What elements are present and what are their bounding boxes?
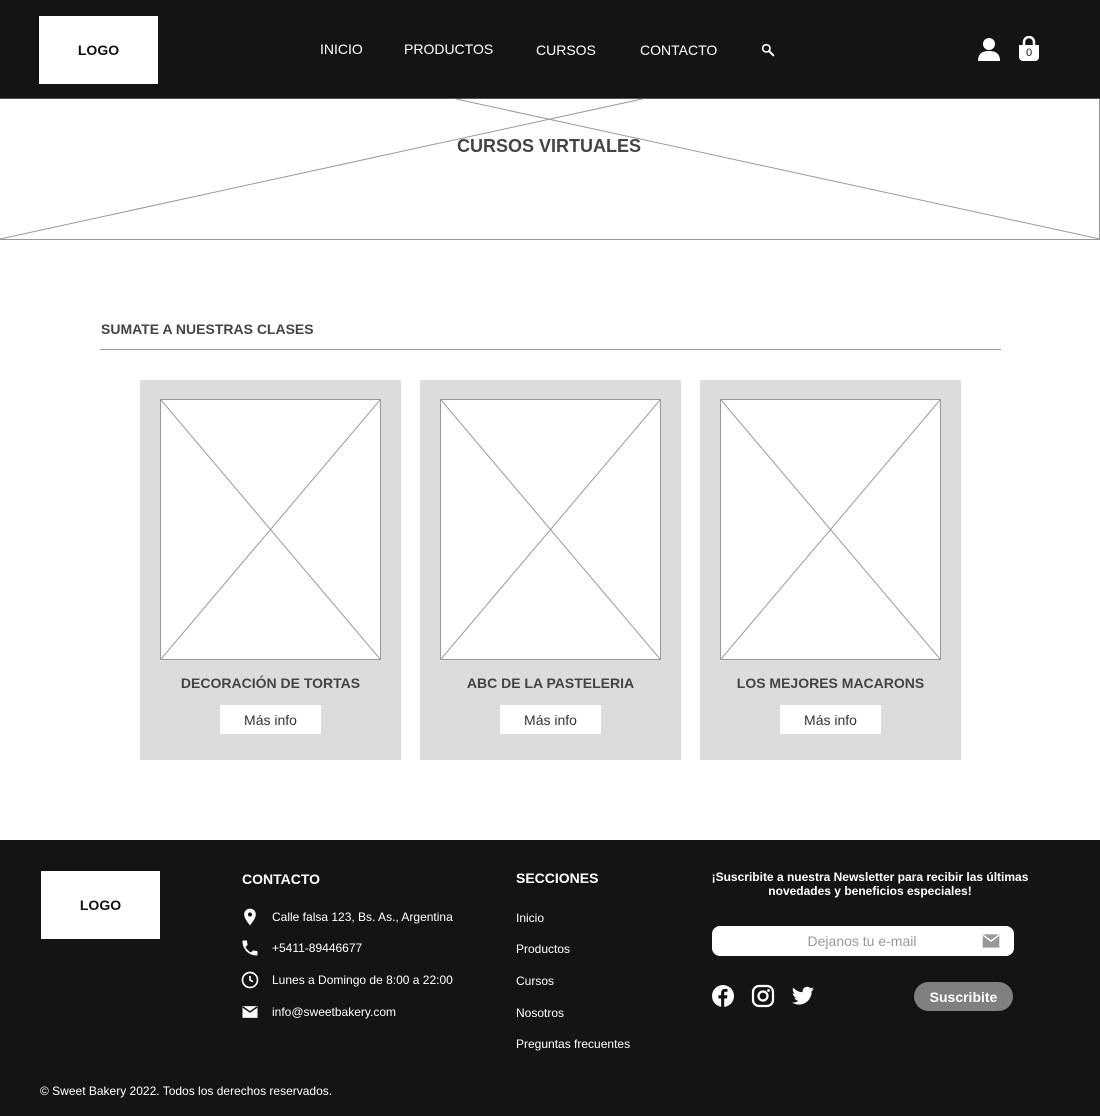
facebook-icon[interactable]: [711, 984, 735, 1008]
address-text: Calle falsa 123, Bs. As., Argentina: [272, 910, 453, 924]
newsletter-text: ¡Suscribite a nuestra Newsletter para re…: [711, 870, 1029, 898]
user-icon[interactable]: [977, 36, 1001, 62]
contact-email: info@sweetbakery.com: [240, 1002, 396, 1022]
course-image-placeholder: [720, 399, 941, 660]
more-info-button[interactable]: Más info: [780, 705, 881, 734]
course-title: ABC DE LA PASTELERIA: [466, 675, 635, 691]
course-title: DECORACIÓN DE TORTAS: [180, 675, 361, 691]
mail-icon: [982, 934, 1000, 948]
hero-placeholder-image: [0, 99, 1100, 240]
nav-productos[interactable]: PRODUCTOS: [404, 41, 493, 57]
contact-address: Calle falsa 123, Bs. As., Argentina: [240, 907, 453, 927]
phone-icon: [242, 940, 258, 956]
cart-count-badge: 0: [1025, 47, 1033, 59]
footer-contact-heading: CONTACTO: [242, 871, 321, 887]
footer-link-productos[interactable]: Productos: [516, 942, 570, 956]
copyright-text: © Sweet Bakery 2022. Todos los derechos …: [40, 1084, 333, 1098]
nav-cursos[interactable]: CURSOS: [536, 42, 596, 58]
site-footer: LOGO CONTACTO Calle falsa 123, Bs. As., …: [0, 840, 1100, 1116]
course-card: DECORACIÓN DE TORTAS Más info: [140, 380, 401, 760]
hours-text: Lunes a Domingo de 8:00 a 22:00: [272, 973, 453, 987]
course-image-placeholder: [160, 399, 381, 660]
footer-link-inicio[interactable]: Inicio: [516, 911, 544, 925]
twitter-icon[interactable]: [791, 984, 815, 1008]
search-icon[interactable]: [760, 42, 776, 58]
more-info-button[interactable]: Más info: [220, 705, 321, 734]
footer-sections-heading: SECCIONES: [516, 870, 599, 886]
section-title: SUMATE A NUESTRAS CLASES: [101, 321, 314, 337]
site-header: LOGO INICIO PRODUCTOS CURSOS CONTACTO 0: [0, 0, 1100, 99]
course-image-placeholder: [440, 399, 661, 660]
nav-contacto[interactable]: CONTACTO: [640, 42, 717, 58]
subscribe-button[interactable]: Suscribite: [914, 982, 1013, 1011]
course-title: LOS MEJORES MACARONS: [736, 675, 925, 691]
hero-title: CURSOS VIRTUALES: [456, 136, 642, 156]
newsletter-email-field: [712, 926, 1014, 956]
footer-link-nosotros[interactable]: Nosotros: [516, 1006, 564, 1020]
mail-icon: [242, 1006, 258, 1018]
header-logo[interactable]: LOGO: [39, 16, 158, 84]
footer-logo[interactable]: LOGO: [41, 871, 160, 939]
location-pin-icon: [244, 908, 256, 926]
nav-inicio[interactable]: INICIO: [320, 41, 363, 57]
clock-icon: [241, 971, 259, 989]
course-card: ABC DE LA PASTELERIA Más info: [420, 380, 681, 760]
contact-hours: Lunes a Domingo de 8:00 a 22:00: [240, 970, 453, 990]
more-info-button[interactable]: Más info: [500, 705, 601, 734]
hero-banner: CURSOS VIRTUALES: [0, 99, 1100, 240]
footer-link-cursos[interactable]: Cursos: [516, 974, 554, 988]
email-text[interactable]: info@sweetbakery.com: [272, 1005, 396, 1019]
section-divider: [100, 349, 1001, 350]
newsletter-email-input[interactable]: [712, 926, 1012, 956]
footer-link-faq[interactable]: Preguntas frecuentes: [516, 1037, 630, 1051]
course-card: LOS MEJORES MACARONS Más info: [700, 380, 961, 760]
instagram-icon[interactable]: [751, 984, 775, 1008]
phone-text: +5411-89446677: [272, 941, 363, 955]
contact-phone: +5411-89446677: [240, 938, 362, 958]
